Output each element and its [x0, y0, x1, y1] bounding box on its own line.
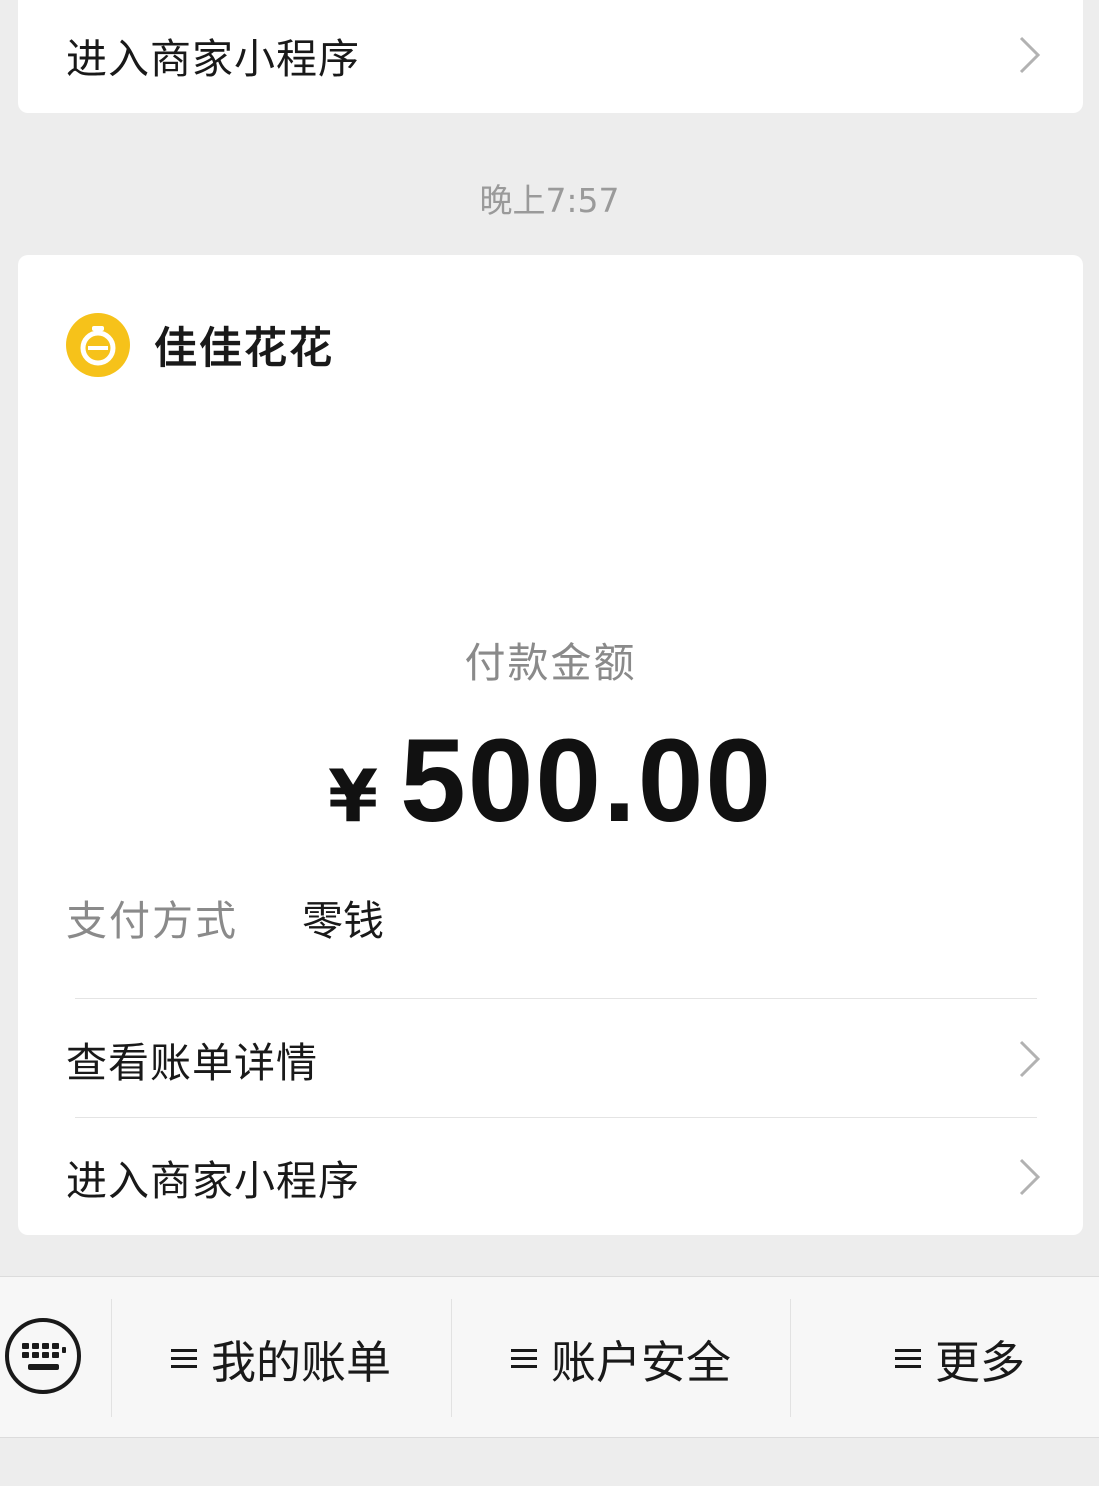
menu-lines-icon: [510, 1349, 537, 1368]
row-label: 进入商家小程序: [66, 1156, 360, 1205]
message-timestamp: 晚上7:57: [479, 181, 620, 220]
row-label: 查看账单详情: [66, 1038, 318, 1087]
chevron-right-icon: [1019, 36, 1041, 73]
amount-value: 500.00: [400, 715, 774, 847]
menu-item-label: 我的账单: [210, 1335, 391, 1389]
payment-method-label: 支付方式: [66, 897, 238, 945]
divider: [75, 998, 1037, 999]
payment-method-value: 零钱: [302, 897, 384, 945]
menu-more[interactable]: 更多: [791, 1277, 1099, 1439]
currency-symbol: ¥: [327, 754, 379, 838]
menu-lines-icon: [894, 1349, 921, 1368]
menu-item-label: 更多: [934, 1335, 1025, 1389]
menu-my-bills[interactable]: 我的账单: [112, 1277, 450, 1439]
row-label: 进入商家小程序: [66, 34, 360, 83]
previous-payment-card: 进入商家小程序: [18, 0, 1083, 113]
chevron-right-icon: [1019, 1040, 1041, 1077]
merchant-logo-icon: [66, 313, 130, 377]
chevron-right-icon: [1019, 1158, 1041, 1195]
menu-account-security[interactable]: 账户安全: [452, 1277, 790, 1439]
payment-method: 支付方式 零钱: [66, 887, 384, 947]
menu-item-label: 账户安全: [550, 1335, 731, 1389]
merchant-name: 佳佳花花: [154, 324, 334, 374]
enter-mini-program-row[interactable]: 进入商家小程序: [66, 0, 1043, 113]
payment-notification-card[interactable]: 佳佳花花 付款金额 ¥ 500.00 支付方式 零钱 查看账单详情 进入商家小程…: [18, 255, 1083, 1235]
payment-amount: ¥ 500.00: [18, 713, 1083, 849]
enter-mini-program-row[interactable]: 进入商家小程序: [66, 1118, 1043, 1235]
merchant-header: 佳佳花花: [66, 313, 334, 377]
keyboard-icon[interactable]: [4, 1317, 82, 1395]
menu-lines-icon: [170, 1349, 197, 1368]
chat-page: 进入商家小程序 晚上7:57 佳佳花花 付款金额 ¥ 500.00 支付方式 零…: [0, 0, 1099, 1486]
service-menu-bar: 我的账单 账户安全 更多: [0, 1276, 1099, 1438]
view-bill-details-row[interactable]: 查看账单详情: [66, 1000, 1043, 1117]
amount-label: 付款金额: [464, 639, 637, 687]
